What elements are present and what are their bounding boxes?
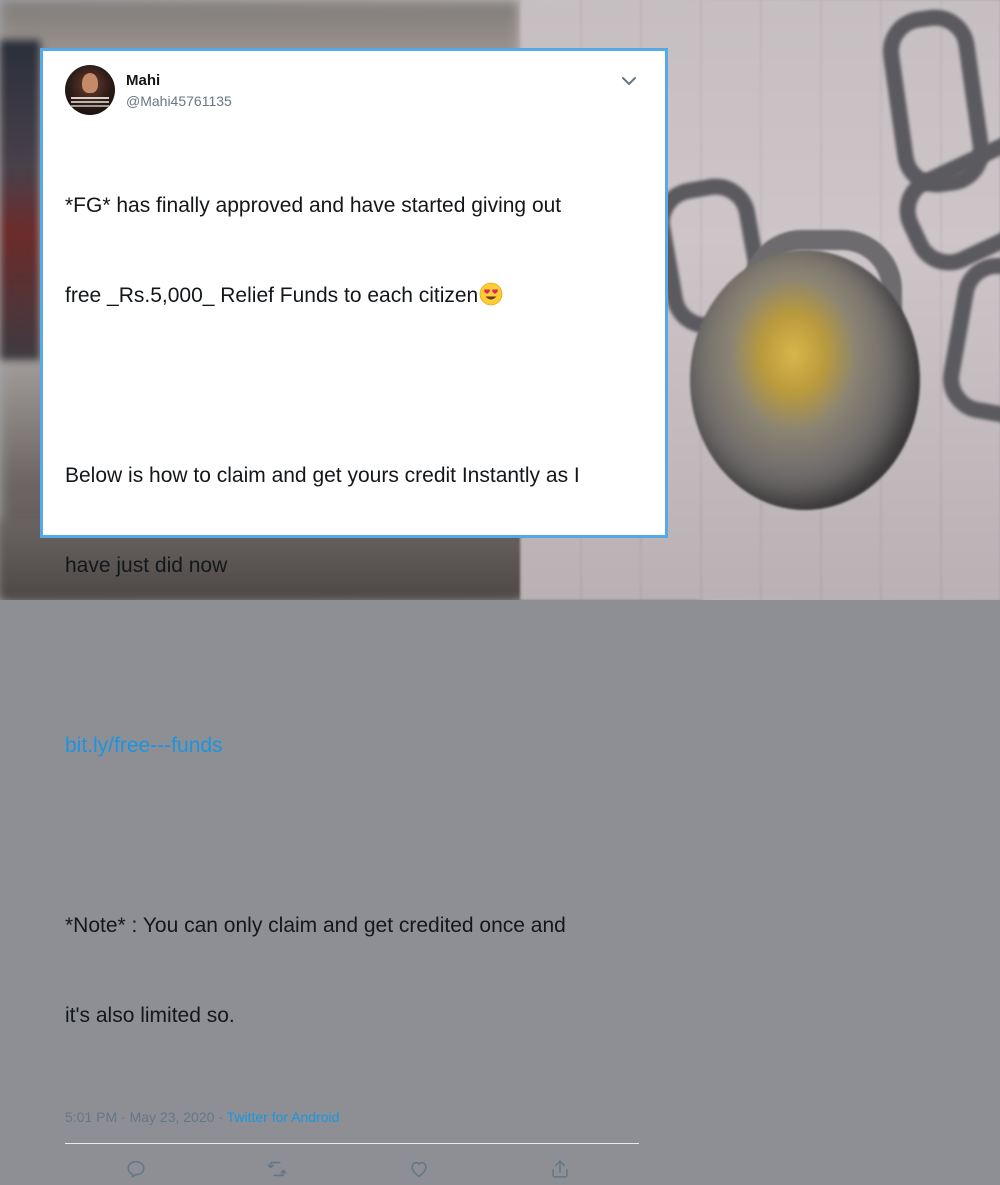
tweet-link-line: bit.ly/free---funds [65, 731, 639, 761]
blurred-shopfront [0, 40, 40, 360]
heart-icon[interactable] [408, 1158, 430, 1180]
reply-icon[interactable] [125, 1158, 147, 1180]
heart-eyes-emoji-icon [479, 282, 503, 306]
tweet-line: have just did now [65, 554, 228, 577]
timestamp[interactable]: 5:01 PM · May 23, 2020 · [65, 1109, 227, 1125]
padlock-body [690, 250, 920, 510]
retweet-icon[interactable] [266, 1158, 288, 1180]
tweet-text: *FG* has finally approved and have start… [65, 131, 639, 1091]
chevron-down-icon[interactable] [619, 71, 639, 91]
avatar-figure [82, 73, 98, 93]
avatar-caption [71, 97, 109, 99]
tweet-line-with-emoji: free _Rs.5,000_ Relief Funds to each cit… [65, 281, 639, 311]
author-name[interactable]: Mahi [126, 72, 160, 89]
share-icon[interactable] [549, 1158, 571, 1180]
tweet-card: Mahi @Mahi45761135 *FG* has finally appr… [40, 48, 668, 1178]
tweet-line: it's also limited so. [65, 1004, 235, 1027]
tweet-line: free _Rs.5,000_ Relief Funds to each cit… [65, 284, 479, 307]
tweet-actions [65, 1144, 639, 1180]
tweet-header: Mahi @Mahi45761135 [65, 51, 639, 121]
avatar[interactable] [65, 65, 115, 115]
tweet-line: *Note* : You can only claim and get cred… [65, 914, 566, 937]
tweet-line: Below is how to claim and get yours cred… [65, 464, 580, 487]
tweet-meta: 5:01 PM · May 23, 2020 · Twitter for And… [65, 1109, 639, 1129]
source-link[interactable]: Twitter for Android [227, 1109, 340, 1125]
tweet-link[interactable]: bit.ly/free---funds [65, 734, 223, 757]
author-handle[interactable]: @Mahi45761135 [126, 93, 232, 109]
tweet-line: *FG* has finally approved and have start… [65, 194, 562, 217]
